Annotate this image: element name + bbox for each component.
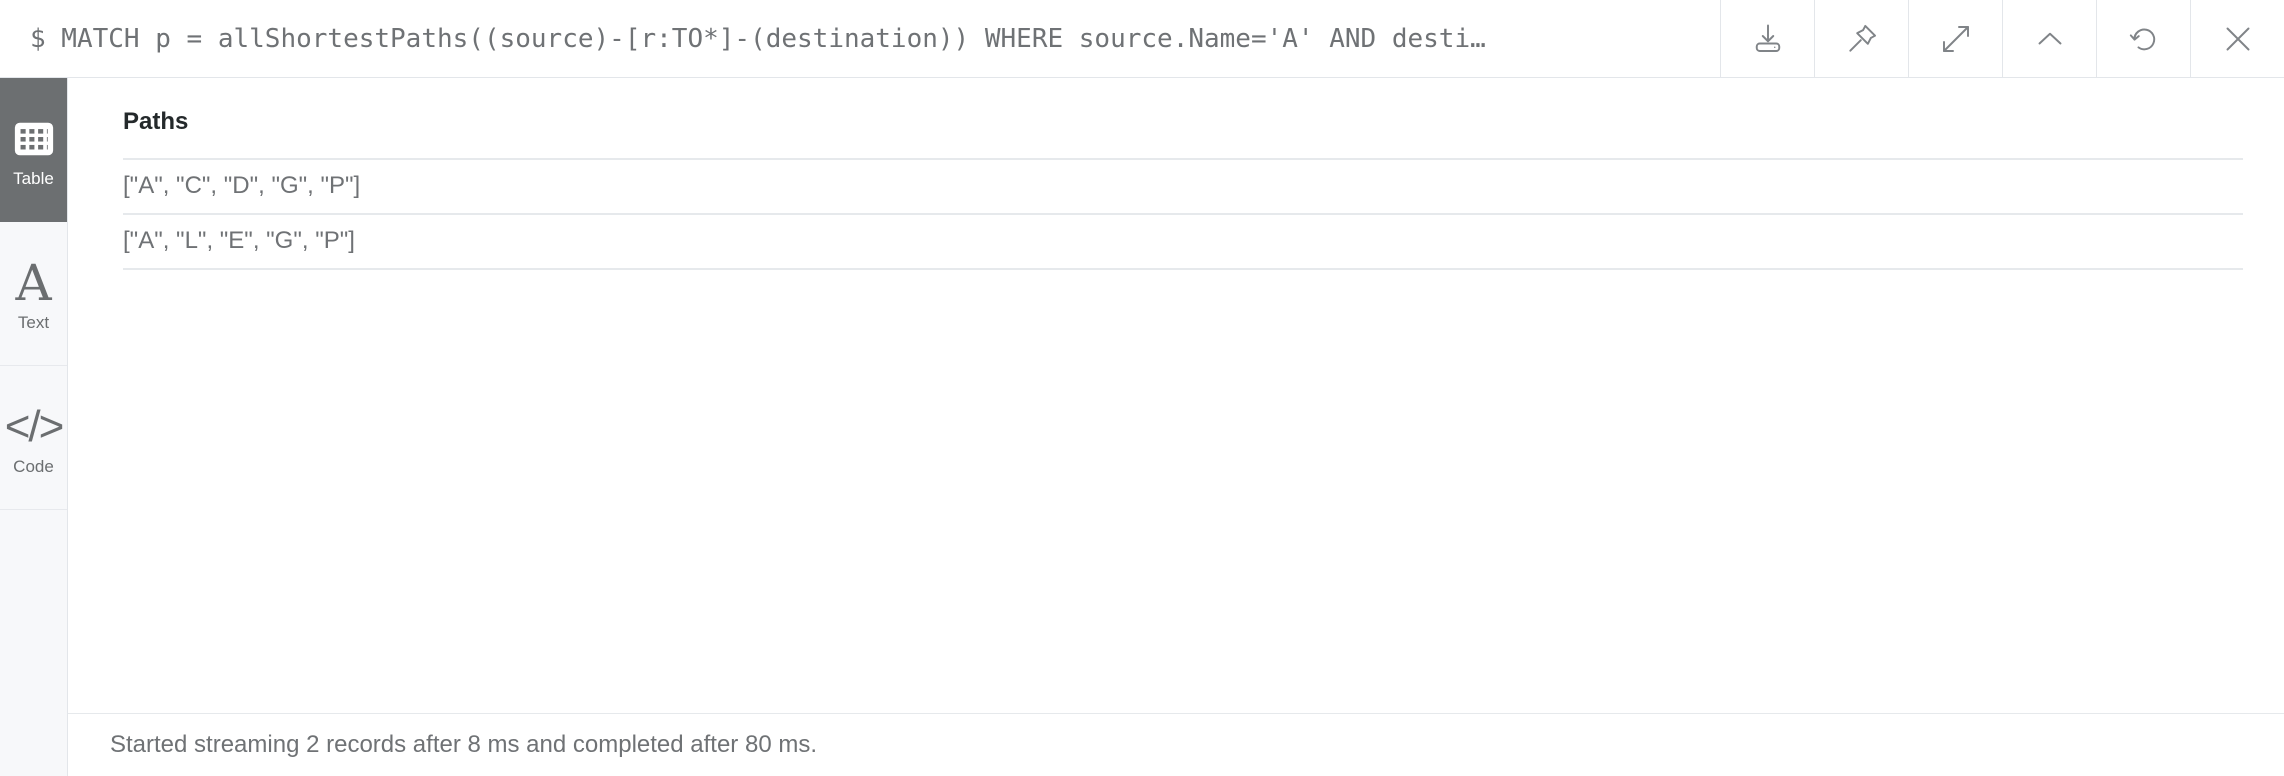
result-toolbar (1720, 0, 2284, 77)
table-cell-paths: ["A", "C", "D", "G", "P"] (123, 159, 2243, 215)
result-main: Paths ["A", "C", "D", "G", "P"] ["A", "L… (68, 78, 2284, 776)
results-table-body: ["A", "C", "D", "G", "P"] ["A", "L", "E"… (123, 159, 2243, 270)
query-text-container[interactable]: $ MATCH p = allShortestPaths((source)-[r… (0, 0, 1720, 77)
sidebar-filler (0, 510, 67, 776)
close-button[interactable] (2190, 0, 2284, 77)
sidebar-item-code[interactable]: </> Code (0, 366, 67, 510)
close-icon (2220, 21, 2256, 57)
results-table-head: Paths (123, 102, 2243, 160)
expand-button[interactable] (1908, 0, 2002, 77)
sidebar-item-label: Text (17, 312, 50, 332)
download-icon (1750, 21, 1786, 57)
table-row[interactable]: ["A", "L", "E", "G", "P"] (123, 214, 2243, 270)
sidebar-item-label: Code (13, 456, 54, 476)
table-icon (14, 111, 54, 167)
status-message: Started streaming 2 records after 8 ms a… (110, 731, 817, 758)
status-bar: Started streaming 2 records after 8 ms a… (68, 714, 2284, 776)
text-icon: A (15, 253, 52, 312)
code-icon: </> (4, 401, 65, 451)
sidebar-item-text[interactable]: A Text (0, 222, 67, 366)
query-bar: $ MATCH p = allShortestPaths((source)-[r… (0, 0, 2284, 78)
expand-icon (1938, 21, 1974, 57)
refresh-icon (2126, 21, 2162, 57)
table-row[interactable]: ["A", "C", "D", "G", "P"] (123, 159, 2243, 215)
query-text: $ MATCH p = allShortestPaths((source)-[r… (30, 23, 1486, 54)
results-table: Paths ["A", "C", "D", "G", "P"] ["A", "L… (123, 102, 2243, 270)
download-button[interactable] (1720, 0, 1814, 77)
query-result-frame: $ MATCH p = allShortestPaths((source)-[r… (0, 0, 2284, 776)
result-body: Table A Text </> Code Paths ["A", "C", "… (0, 78, 2284, 776)
sidebar-item-table[interactable]: Table (0, 78, 67, 222)
collapse-button[interactable] (2002, 0, 2096, 77)
result-table-area: Paths ["A", "C", "D", "G", "P"] ["A", "L… (68, 78, 2284, 714)
table-cell-paths: ["A", "L", "E", "G", "P"] (123, 214, 2243, 270)
refresh-button[interactable] (2096, 0, 2190, 77)
chevron-up-icon (2032, 21, 2068, 57)
pin-icon (1844, 21, 1880, 57)
view-mode-sidebar: Table A Text </> Code (0, 78, 68, 776)
pin-button[interactable] (1814, 0, 1908, 77)
column-header-paths[interactable]: Paths (123, 102, 2243, 160)
table-header-row: Paths (123, 102, 2243, 160)
sidebar-item-label: Table (13, 168, 54, 188)
